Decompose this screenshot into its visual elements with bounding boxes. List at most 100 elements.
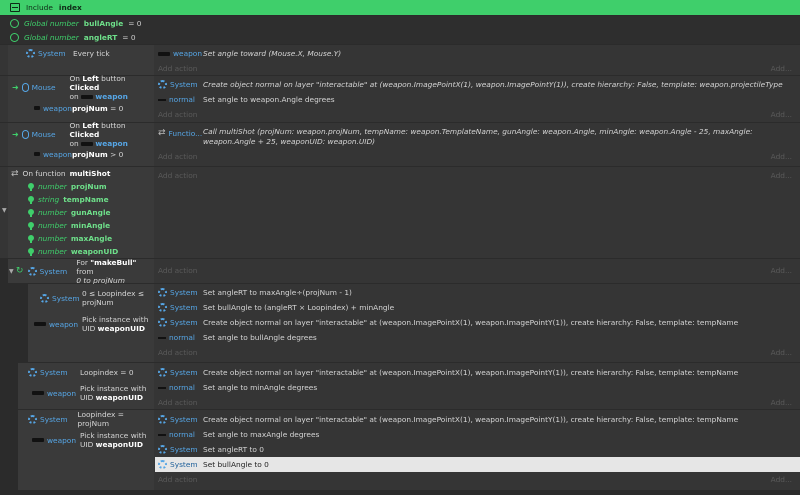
condition-text[interactable]: projNum > 0 xyxy=(72,150,123,159)
action-row[interactable]: ⇄ Functio... Call multiShot (projNum: wea… xyxy=(155,125,800,149)
add-action-link[interactable]: Add action xyxy=(155,171,197,180)
action-text: Set bullAngle to 0 xyxy=(203,460,269,469)
condition-object[interactable]: System xyxy=(18,367,80,377)
action-row[interactable]: normal Set angle to weapon.Angle degrees xyxy=(155,92,800,107)
condition-object[interactable]: System xyxy=(28,293,82,303)
function-event[interactable]: ▼ ⇄ On function multiShot number projNum … xyxy=(0,167,800,258)
add-action-link[interactable]: Add action xyxy=(155,64,197,73)
event-click-single[interactable]: ➜ Mouse On Left button Clicked on weapon … xyxy=(0,74,800,122)
event-actions[interactable]: ⇄ Functio... Call multiShot (projNum: wea… xyxy=(155,125,800,164)
function-param[interactable]: number weaponUID xyxy=(8,245,154,258)
event-click-multi[interactable]: ➜ Mouse On Left button Clicked on weapon … xyxy=(0,121,800,166)
action-row[interactable]: normal Set angle to minAngle degrees xyxy=(155,380,800,395)
add-action-row[interactable]: Add action Add... xyxy=(155,345,800,360)
condition-text[interactable]: 0 ≤ Loopindex ≤ projNum xyxy=(82,289,148,307)
event-conditions[interactable]: ➜ Mouse On Left button Clicked on weapon … xyxy=(8,121,154,166)
add-action-row[interactable]: Add action Add... xyxy=(155,472,800,487)
add-action-row[interactable]: Add action Add... xyxy=(155,149,800,164)
action-row-selected[interactable]: System Set bullAngle to 0 xyxy=(155,457,800,472)
condition-text[interactable]: Loopindex = 0 xyxy=(80,368,134,377)
function-param[interactable]: number gunAngle xyxy=(8,206,154,219)
function-param[interactable]: number maxAngle xyxy=(8,232,154,245)
sub-event-range[interactable]: System 0 ≤ Loopindex ≤ projNum weapon Pi… xyxy=(28,284,800,362)
condition-text[interactable]: Every tick xyxy=(73,49,110,58)
event-actions[interactable]: System Create object normal on layer "in… xyxy=(155,412,800,487)
action-row[interactable]: System Set bullAngle to (angleRT × Loopi… xyxy=(155,300,800,315)
action-row[interactable]: System Set angleRT to 0 xyxy=(155,442,800,457)
event-actions[interactable]: System Create object normal on layer "in… xyxy=(155,77,800,122)
add-more-link[interactable]: Add... xyxy=(771,110,792,119)
add-more-link[interactable]: Add... xyxy=(771,64,792,73)
add-more-link[interactable]: Add... xyxy=(771,266,792,275)
condition-text[interactable]: On Left button Clicked on weapon xyxy=(69,74,154,101)
condition-object[interactable]: weapon xyxy=(28,320,82,329)
include-row[interactable]: Include index xyxy=(0,0,800,15)
event-actions[interactable]: Add action Add... xyxy=(155,168,800,183)
add-action-row[interactable]: Add action Add... xyxy=(155,168,800,183)
add-action-link[interactable]: Add action xyxy=(155,266,197,275)
condition-object[interactable]: Mouse xyxy=(21,82,70,92)
add-action-row[interactable]: Add action Add... xyxy=(155,263,800,278)
add-more-link[interactable]: Add... xyxy=(771,348,792,357)
add-action-link[interactable]: Add action xyxy=(155,348,197,357)
function-param[interactable]: number minAngle xyxy=(8,219,154,232)
global-var-row[interactable]: Global number angleRT = 0 xyxy=(0,30,800,44)
function-header[interactable]: ⇄ On function multiShot number projNum st… xyxy=(8,167,154,258)
collapse-arrow-icon[interactable]: ▼ xyxy=(2,207,7,214)
global-var-row[interactable]: Global number bullAngle = 0 xyxy=(0,16,800,30)
action-row[interactable]: System Set angleRT to maxAngle÷(projNum … xyxy=(155,285,800,300)
event-conditions[interactable]: System Every tick xyxy=(8,45,154,75)
action-row[interactable]: weapon Set angle toward (Mouse.X, Mouse.… xyxy=(155,46,800,61)
add-action-row[interactable]: Add action Add... xyxy=(155,107,800,122)
action-row[interactable]: System Create object normal on layer "in… xyxy=(155,365,800,380)
condition-text[interactable]: On Left button Clicked on weapon xyxy=(69,121,154,148)
action-row[interactable]: System Create object normal on layer "in… xyxy=(155,77,800,92)
event-every-tick[interactable]: System Every tick weapon Set angle towar… xyxy=(0,45,800,75)
condition-text[interactable]: Pick instance with UID weaponUID xyxy=(80,431,152,449)
add-action-row[interactable]: Add action Add... xyxy=(155,395,800,410)
condition-object[interactable]: Mouse xyxy=(21,129,70,139)
function-param[interactable]: number projNum xyxy=(8,180,154,193)
function-param[interactable]: string tempName xyxy=(8,193,154,206)
event-actions[interactable]: weapon Set angle toward (Mouse.X, Mouse.… xyxy=(155,46,800,76)
action-text: Create object normal on layer "interacta… xyxy=(203,368,739,377)
condition-object[interactable]: weapon xyxy=(8,104,72,113)
condition-text[interactable]: For "makeBull" from 0 to projNum xyxy=(76,258,154,285)
event-actions[interactable]: Add action Add... xyxy=(155,263,800,278)
event-actions[interactable]: System Create object normal on layer "in… xyxy=(155,365,800,410)
event-conditions[interactable]: System Loopindex = 0 weapon Pick instanc… xyxy=(18,363,154,409)
add-more-link[interactable]: Add... xyxy=(771,152,792,161)
sub-event-first[interactable]: System Loopindex = 0 weapon Pick instanc… xyxy=(18,363,800,409)
action-text: Set angle to bullAngle degrees xyxy=(203,333,317,342)
condition-object[interactable]: weapon xyxy=(18,436,80,445)
add-action-row[interactable]: Add action Add... xyxy=(155,61,800,76)
add-action-link[interactable]: Add action xyxy=(155,475,197,484)
action-row[interactable]: System Create object normal on layer "in… xyxy=(155,315,800,330)
condition-object[interactable]: System xyxy=(8,49,73,58)
action-row[interactable]: System Create object normal on layer "in… xyxy=(155,412,800,427)
loop-event[interactable]: ▼ ↻ System For "makeBull" from 0 to projN… xyxy=(8,258,800,285)
event-conditions[interactable]: System 0 ≤ Loopindex ≤ projNum weapon Pi… xyxy=(28,284,154,362)
condition-object[interactable]: System xyxy=(26,266,77,276)
condition-text[interactable]: Pick instance with UID weaponUID xyxy=(80,384,152,402)
collapse-arrow-icon[interactable]: ▼ xyxy=(8,268,16,275)
condition-object[interactable]: weapon xyxy=(8,150,72,159)
event-conditions[interactable]: ➜ Mouse On Left button Clicked on weapon … xyxy=(8,74,154,122)
add-action-link[interactable]: Add action xyxy=(155,398,197,407)
condition-text[interactable]: Loopindex = projNum xyxy=(77,410,154,428)
action-row[interactable]: normal Set angle to bullAngle degrees xyxy=(155,330,800,345)
event-actions[interactable]: System Set angleRT to maxAngle÷(projNum … xyxy=(155,285,800,360)
condition-text[interactable]: projNum = 0 xyxy=(72,104,123,113)
add-more-link[interactable]: Add... xyxy=(771,475,792,484)
condition-text[interactable]: Pick instance with UID weaponUID xyxy=(82,315,152,333)
event-conditions[interactable]: ▼ ↻ System For "makeBull" from 0 to projN… xyxy=(8,258,154,285)
sub-event-last[interactable]: System Loopindex = projNum weapon Pick i… xyxy=(18,410,800,490)
add-action-link[interactable]: Add action xyxy=(155,152,197,161)
add-more-link[interactable]: Add... xyxy=(771,171,792,180)
add-more-link[interactable]: Add... xyxy=(771,398,792,407)
condition-object[interactable]: System xyxy=(18,414,77,424)
add-action-link[interactable]: Add action xyxy=(155,110,197,119)
condition-object[interactable]: weapon xyxy=(18,389,80,398)
event-conditions[interactable]: System Loopindex = projNum weapon Pick i… xyxy=(18,410,154,490)
action-row[interactable]: normal Set angle to maxAngle degrees xyxy=(155,427,800,442)
